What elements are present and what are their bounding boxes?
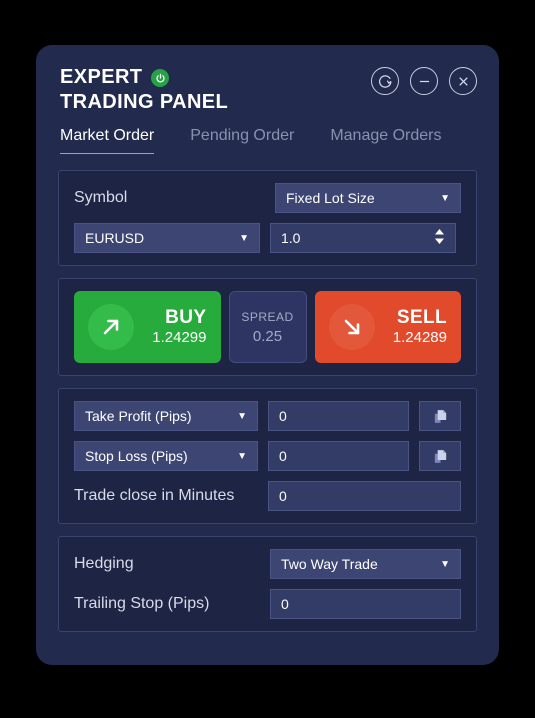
stop-loss-dropdown[interactable]: Stop Loss (Pips) ▼ (74, 441, 258, 471)
tab-pending-order[interactable]: Pending Order (190, 127, 294, 154)
hedging-value: Two Way Trade (281, 556, 378, 572)
trade-close-value: 0 (279, 488, 287, 504)
chevron-down-icon: ▼ (239, 232, 249, 244)
refresh-button[interactable] (371, 67, 399, 95)
stop-loss-label: Stop Loss (Pips) (85, 448, 188, 464)
symbol-card: Symbol Fixed Lot Size ▼ EURUSD ▼ 1.0 (58, 170, 477, 266)
trailing-stop-input[interactable]: 0 (270, 589, 461, 619)
trailing-stop-row: Trailing Stop (Pips) 0 (74, 589, 461, 619)
trading-panel-window: EXPERT TRADING PANEL Market Order Pendin… (36, 45, 499, 665)
panel-body: Symbol Fixed Lot Size ▼ EURUSD ▼ 1.0 BUY… (36, 154, 499, 632)
sell-price: 1.24289 (392, 329, 447, 347)
sell-label: SELL (396, 306, 447, 328)
take-profit-row: Take Profit (Pips) ▼ 0 (74, 401, 461, 431)
hedging-label: Hedging (74, 555, 134, 572)
tab-bar: Market Order Pending Order Manage Orders (36, 117, 499, 154)
symbol-mode-row: Symbol Fixed Lot Size ▼ (74, 183, 461, 213)
take-profit-value: 0 (279, 408, 287, 424)
risk-card: Take Profit (Pips) ▼ 0 Stop Loss (Pips) … (58, 388, 477, 524)
symbol-label: Symbol (74, 189, 128, 206)
panel-title-line1: EXPERT (60, 66, 143, 88)
hedging-dropdown[interactable]: Two Way Trade ▼ (270, 549, 461, 579)
sell-button[interactable]: SELL 1.24289 (314, 291, 461, 363)
symbol-dropdown[interactable]: EURUSD ▼ (74, 223, 260, 253)
sell-text-block: SELL 1.24289 (375, 306, 447, 347)
close-icon (456, 74, 471, 89)
spread-label: SPREAD (241, 309, 294, 324)
refresh-icon (378, 74, 393, 89)
hedging-row: Hedging Two Way Trade ▼ (74, 549, 461, 579)
minimize-button[interactable] (410, 67, 438, 95)
stop-loss-value: 0 (279, 448, 287, 464)
stepper-arrows-icon[interactable] (434, 228, 445, 248)
trade-close-row: Trade close in Minutes 0 (74, 481, 461, 511)
chevron-down-icon: ▼ (440, 558, 450, 570)
lot-size-value: 1.0 (281, 230, 301, 246)
chevron-down-icon: ▼ (237, 410, 247, 422)
stop-loss-copy-button[interactable] (419, 441, 461, 471)
lot-mode-dropdown[interactable]: Fixed Lot Size ▼ (275, 183, 461, 213)
trade-card: BUY 1.24299 SPREAD 0.25 SELL 1.24289 (58, 278, 477, 376)
spread-value: 0.25 (252, 327, 283, 345)
panel-title-line2: TRADING PANEL (60, 91, 229, 113)
window-controls (371, 67, 477, 95)
trailing-stop-label: Trailing Stop (Pips) (74, 595, 210, 612)
close-button[interactable] (449, 67, 477, 95)
trailing-stop-value: 0 (281, 596, 289, 612)
buy-button[interactable]: BUY 1.24299 (74, 291, 221, 363)
take-profit-copy-button[interactable] (419, 401, 461, 431)
trade-close-label: Trade close in Minutes (74, 487, 235, 504)
panel-header: EXPERT TRADING PANEL (36, 45, 499, 117)
lot-mode-value: Fixed Lot Size (286, 190, 375, 206)
trade-buttons-row: BUY 1.24299 SPREAD 0.25 SELL 1.24289 (74, 291, 461, 363)
buy-label: BUY (165, 306, 207, 328)
symbol-value-row: EURUSD ▼ 1.0 (74, 223, 461, 253)
chevron-down-icon: ▼ (237, 450, 247, 462)
minus-icon (417, 74, 432, 89)
power-icon (151, 69, 170, 87)
stop-loss-input[interactable]: 0 (268, 441, 409, 471)
arrow-down-right-icon (328, 304, 375, 350)
trade-close-input[interactable]: 0 (268, 481, 461, 511)
buy-text-block: BUY 1.24299 (134, 306, 207, 347)
chevron-down-icon: ▼ (440, 192, 450, 204)
arrow-up-right-icon (88, 304, 134, 350)
stop-loss-row: Stop Loss (Pips) ▼ 0 (74, 441, 461, 471)
spread-display: SPREAD 0.25 (228, 291, 307, 363)
tab-market-order[interactable]: Market Order (60, 127, 155, 154)
lot-size-stepper[interactable]: 1.0 (270, 223, 456, 253)
take-profit-dropdown[interactable]: Take Profit (Pips) ▼ (74, 401, 258, 431)
hedging-card: Hedging Two Way Trade ▼ Trailing Stop (P… (58, 536, 477, 632)
take-profit-input[interactable]: 0 (268, 401, 409, 431)
take-profit-label: Take Profit (Pips) (85, 408, 192, 424)
tab-manage-orders[interactable]: Manage Orders (330, 127, 441, 154)
buy-price: 1.24299 (152, 329, 207, 347)
copy-icon (432, 448, 449, 465)
symbol-value: EURUSD (85, 230, 145, 246)
copy-icon (432, 408, 449, 425)
